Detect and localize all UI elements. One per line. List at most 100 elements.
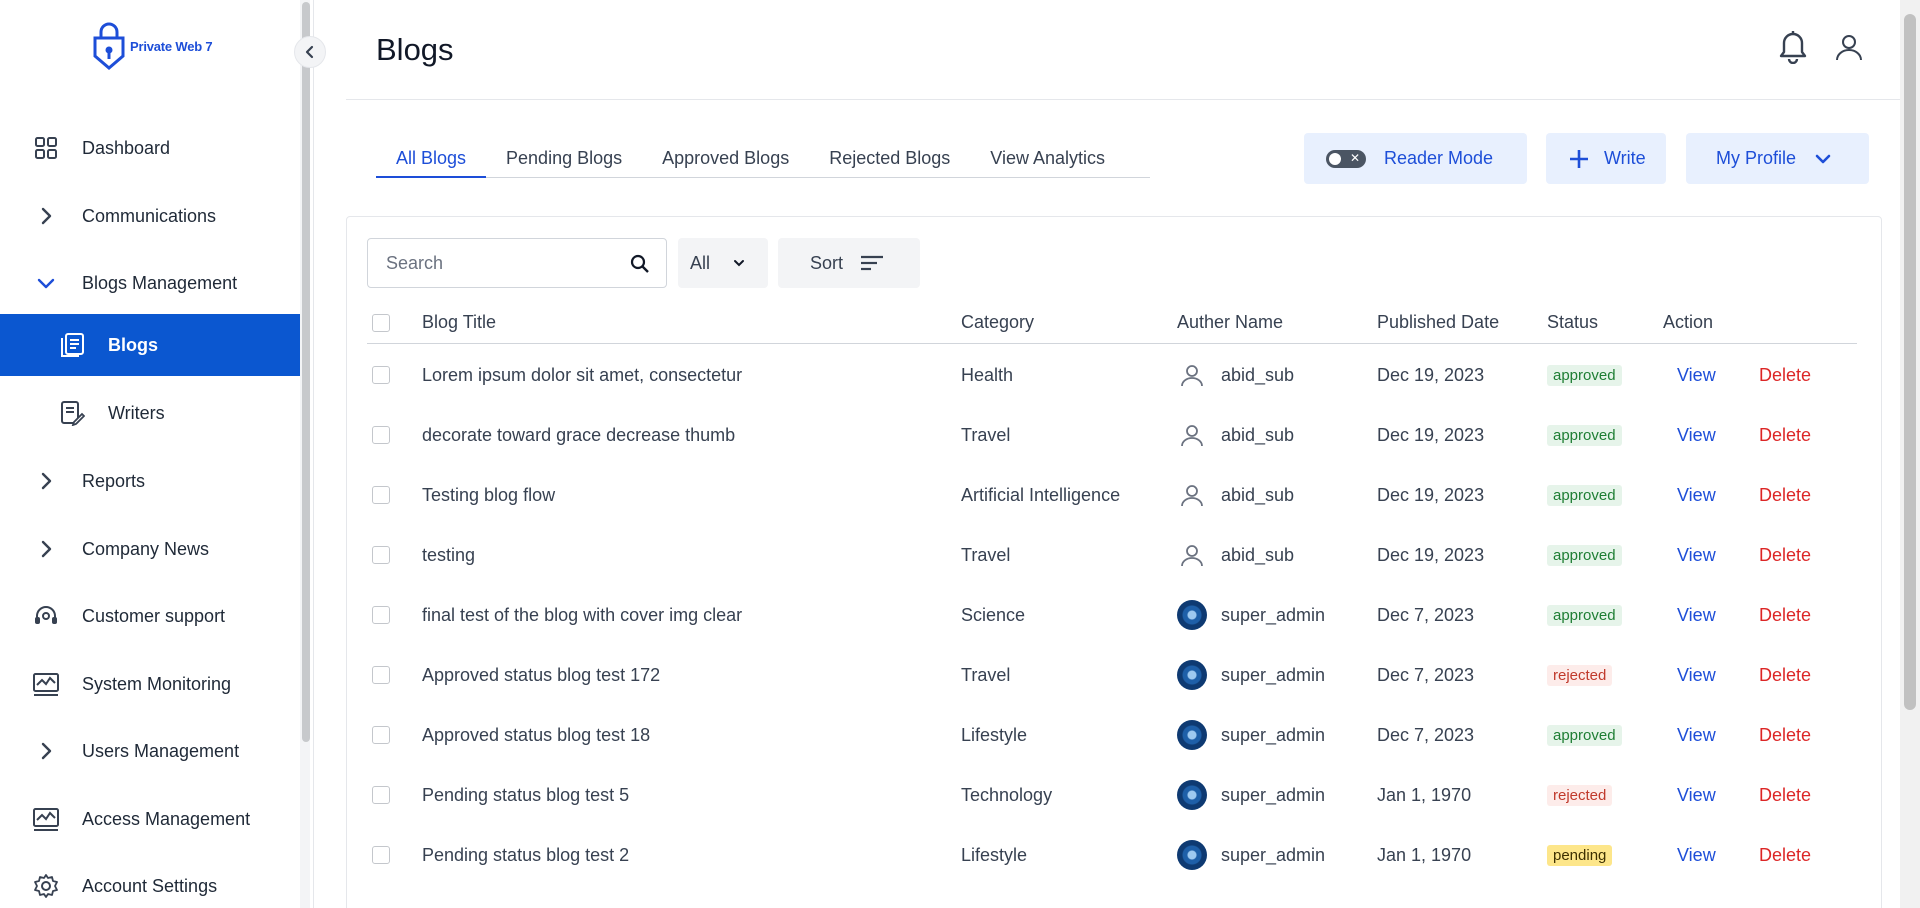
row-checkbox[interactable] (372, 546, 390, 564)
delete-link[interactable]: Delete (1759, 825, 1811, 885)
tab-pending-blogs[interactable]: Pending Blogs (486, 140, 642, 178)
table-row[interactable]: decorate toward grace decrease thumb Trav… (367, 405, 1857, 465)
delete-link[interactable]: Delete (1759, 585, 1811, 645)
status-badge: approved (1547, 544, 1622, 566)
status-filter-select[interactable]: All (678, 238, 768, 288)
page-scrollbar[interactable] (1900, 0, 1920, 908)
view-link[interactable]: View (1677, 765, 1716, 825)
sidebar-item-users-management[interactable]: Users Management (0, 720, 303, 782)
delete-link[interactable]: Delete (1759, 465, 1811, 525)
sidebar-item-writers[interactable]: Writers (0, 382, 303, 444)
row-checkbox[interactable] (372, 366, 390, 384)
row-checkbox[interactable] (372, 486, 390, 504)
column-header-status[interactable]: Status (1547, 312, 1598, 333)
column-header-published-date[interactable]: Published Date (1377, 312, 1499, 333)
bell-icon[interactable] (1778, 30, 1808, 69)
row-checkbox[interactable] (372, 606, 390, 624)
view-link[interactable]: View (1677, 465, 1716, 525)
sidebar-scrollbar-thumb[interactable] (302, 2, 310, 742)
tab-rejected-blogs[interactable]: Rejected Blogs (809, 140, 970, 178)
view-link[interactable]: View (1677, 705, 1716, 765)
column-header-category[interactable]: Category (961, 312, 1034, 333)
blog-category: Artificial Intelligence (961, 484, 1121, 505)
view-link[interactable]: View (1677, 825, 1716, 885)
select-all-checkbox[interactable] (372, 314, 390, 332)
row-checkbox[interactable] (372, 726, 390, 744)
sidebar-scrollbar[interactable] (300, 0, 310, 908)
chevron-right-icon (32, 202, 60, 230)
table-row[interactable]: testing Travel abid_sub Dec 19, 2023 approve… (367, 525, 1857, 585)
my-profile-dropdown[interactable]: My Profile (1686, 133, 1869, 184)
delete-link[interactable]: Delete (1759, 345, 1811, 405)
writer-icon (58, 399, 86, 427)
brand-logo[interactable]: Private Web 7 (92, 22, 213, 70)
filter-selected: All (690, 252, 711, 273)
sidebar-item-access-management[interactable]: Access Management (0, 788, 303, 850)
sidebar-item-label: Blogs Management (82, 272, 238, 293)
delete-link[interactable]: Delete (1759, 705, 1811, 765)
sidebar-item-reports[interactable]: Reports (0, 450, 303, 512)
sidebar-item-label: Customer support (82, 605, 226, 626)
published-date: Dec 19, 2023 (1377, 424, 1485, 445)
table-row[interactable]: Approved status blog test 18 Lifestyle sup… (367, 705, 1857, 765)
page-scrollbar-thumb[interactable] (1904, 14, 1916, 710)
search-input[interactable]: Search (367, 238, 667, 288)
view-link[interactable]: View (1677, 405, 1716, 465)
search-placeholder: Search (386, 252, 444, 273)
chevron-right-icon (32, 535, 60, 563)
monitor-chart-icon (32, 805, 60, 833)
delete-link[interactable]: Delete (1759, 405, 1811, 465)
top-bar: Blogs (346, 0, 1900, 100)
chevron-left-icon (305, 45, 314, 59)
sidebar-item-customer-support[interactable]: Customer support (0, 585, 303, 647)
row-checkbox[interactable] (372, 846, 390, 864)
author-name: abid_sub (1221, 544, 1295, 565)
view-link[interactable]: View (1677, 525, 1716, 585)
column-header-title[interactable]: Blog Title (422, 312, 496, 333)
column-header-author[interactable]: Auther Name (1177, 312, 1283, 333)
table-row[interactable]: Approved status blog test 172 Travel super… (367, 645, 1857, 705)
search-icon[interactable] (630, 254, 650, 279)
view-link[interactable]: View (1677, 345, 1716, 405)
toggle-switch[interactable]: ✕ (1326, 149, 1366, 168)
sort-button[interactable]: Sort (778, 238, 920, 288)
reader-mode-toggle-button[interactable]: ✕ Reader Mode (1304, 133, 1527, 184)
sidebar-item-blogs-management[interactable]: Blogs Management (0, 252, 303, 314)
view-link[interactable]: View (1677, 645, 1716, 705)
user-account-icon[interactable] (1834, 32, 1864, 67)
delete-link[interactable]: Delete (1759, 645, 1811, 705)
tab-approved-blogs[interactable]: Approved Blogs (642, 140, 809, 178)
table-row[interactable]: Lorem ipsum dolor sit amet, consectetur H… (367, 345, 1857, 405)
tab-all-blogs[interactable]: All Blogs (376, 140, 487, 178)
published-date: Dec 7, 2023 (1377, 724, 1475, 745)
sidebar-item-system-monitoring[interactable]: System Monitoring (0, 653, 303, 715)
row-checkbox[interactable] (372, 666, 390, 684)
published-date: Dec 7, 2023 (1377, 664, 1475, 685)
avatar (1177, 720, 1207, 750)
row-checkbox[interactable] (372, 786, 390, 804)
collapse-sidebar-button[interactable] (294, 36, 326, 68)
tab-view-analytics[interactable]: View Analytics (970, 140, 1125, 178)
avatar (1177, 780, 1207, 810)
blog-author: super_admin (1177, 645, 1325, 705)
status-badge: rejected (1547, 784, 1613, 806)
view-link[interactable]: View (1677, 585, 1716, 645)
row-checkbox[interactable] (372, 426, 390, 444)
monitor-chart-icon (32, 670, 60, 698)
sidebar-item-communications[interactable]: Communications (0, 185, 303, 247)
user-outline-icon (1177, 360, 1207, 390)
delete-link[interactable]: Delete (1759, 765, 1811, 825)
write-button[interactable]: Write (1546, 133, 1666, 184)
sidebar-item-dashboard[interactable]: Dashboard (0, 117, 303, 179)
sidebar-item-account-settings[interactable]: Account Settings (0, 855, 303, 908)
chevron-right-icon (32, 467, 60, 495)
table-row[interactable]: Pending status blog test 2 Lifestyle super… (367, 825, 1857, 885)
delete-link[interactable]: Delete (1759, 525, 1811, 585)
sidebar-item-company-news[interactable]: Company News (0, 518, 303, 580)
user-outline-icon (1177, 420, 1207, 450)
table-row[interactable]: final test of the blog with cover img cl… (367, 585, 1857, 645)
table-row[interactable]: Testing blog flow Artificial Intelligence… (367, 465, 1857, 525)
author-name: super_admin (1221, 724, 1326, 745)
sidebar-item-blogs[interactable]: Blogs (0, 314, 303, 376)
table-row[interactable]: Pending status blog test 5 Technology supe… (367, 765, 1857, 825)
